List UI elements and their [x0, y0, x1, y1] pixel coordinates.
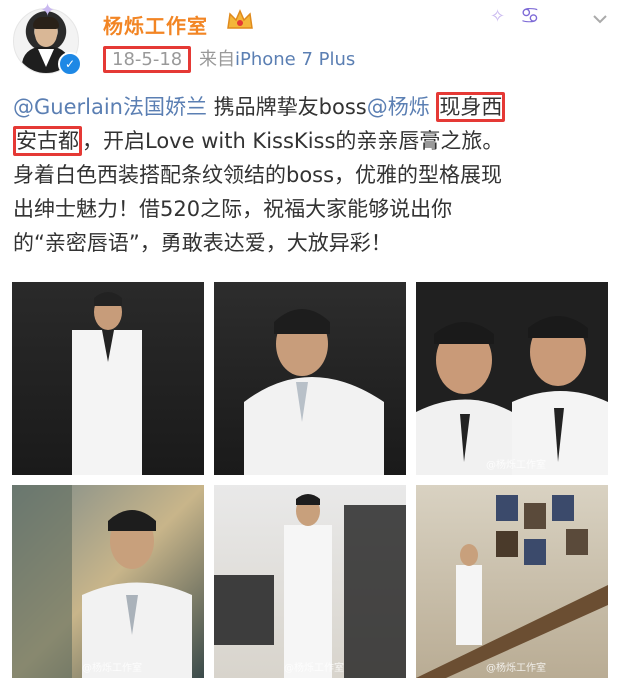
photo-thumbnail[interactable]: @杨烁工作室 [416, 485, 608, 678]
verified-badge-icon: ✓ [58, 52, 82, 76]
photo-watermark: @杨烁工作室 [486, 663, 546, 674]
post-content: @Guerlain法国娇兰 携品牌挚友boss@杨烁 现身西 安古都 ，开启Lov… [13, 90, 613, 260]
photo-watermark: @杨烁工作室 [284, 663, 344, 674]
device-link[interactable]: iPhone 7 Plus [235, 49, 355, 70]
post-text: 出绅士魅力！借520之际，祝福大家能够说出你 [13, 197, 453, 221]
highlight-box: 安古都 [13, 126, 82, 156]
photo-thumbnail[interactable] [214, 282, 406, 475]
post-text: 的“亲密唇语”，勇敢表达爱，大放异彩！ [13, 231, 392, 255]
chevron-down-icon[interactable] [591, 10, 609, 28]
post-text: 身着白色西装搭配条纹领结的boss，优雅的型格展现 [13, 163, 503, 187]
photo-grid: @杨烁工作室 @杨烁工作室 @杨烁工作室 @杨烁工作室 [12, 282, 608, 686]
highlight-box: 现身西 [436, 92, 506, 122]
post-text: ，开启Love with KissKiss的亲亲唇膏之旅。 [82, 129, 504, 153]
source-prefix: 来自 [199, 49, 235, 70]
zodiac-icon: ♋ [520, 4, 540, 29]
sparkle-icon: ✦ [40, 0, 56, 21]
post-meta: 18-5-18 来自iPhone 7 Plus [103, 45, 355, 73]
sparkle-icon: ✧ [490, 6, 506, 27]
mention-yangshuo[interactable]: @杨烁 [367, 95, 430, 119]
photo-thumbnail[interactable]: @杨烁工作室 [214, 485, 406, 678]
photo-watermark: @杨烁工作室 [486, 460, 546, 471]
photo-watermark: @杨烁工作室 [82, 663, 142, 674]
post-text: 携品牌挚友boss [206, 95, 367, 119]
mention-guerlain[interactable]: @Guerlain法国娇兰 [13, 95, 207, 119]
author-name[interactable]: 杨烁工作室 [103, 10, 208, 39]
photo-thumbnail[interactable]: @杨烁工作室 [12, 485, 204, 678]
crown-icon [227, 9, 253, 29]
photo-thumbnail[interactable] [12, 282, 204, 475]
photo-thumbnail[interactable]: @杨烁工作室 [416, 282, 608, 475]
post-date: 18-5-18 [103, 46, 192, 73]
post-header: ✓ 杨烁工作室 18-5-18 来自iPhone 7 Plus ✦ ✧ ♋ [0, 0, 621, 84]
